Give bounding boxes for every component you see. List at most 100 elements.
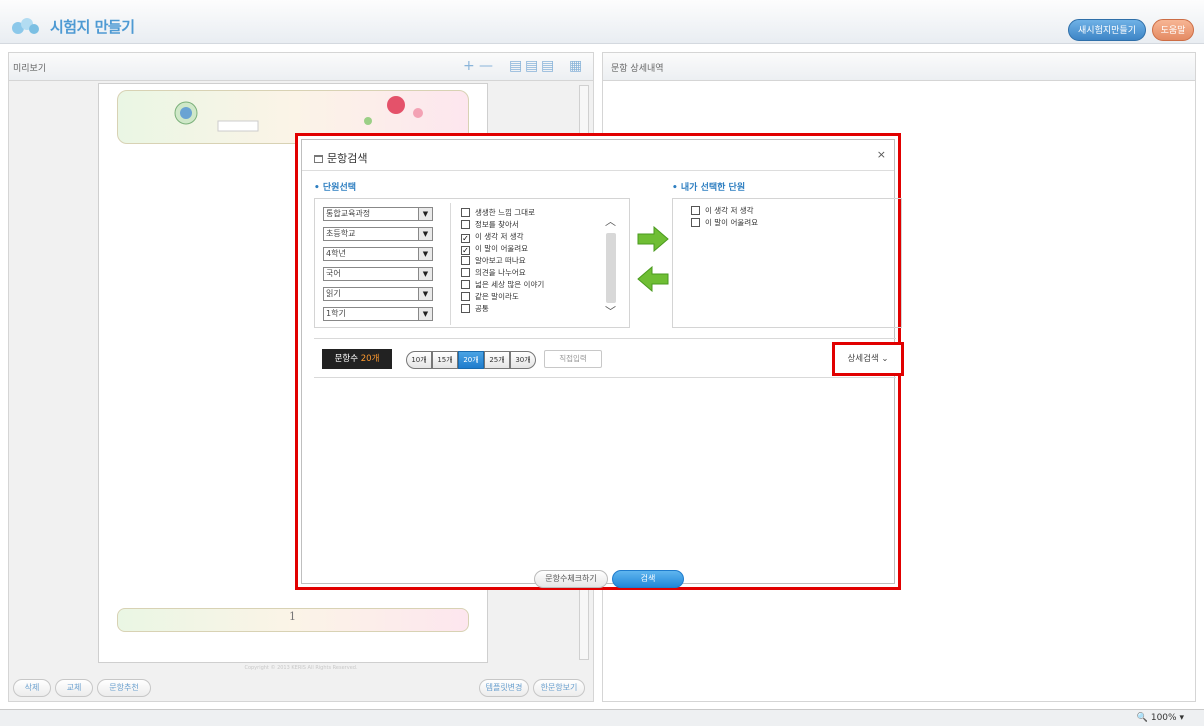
checkbox[interactable]: ✓ — [461, 246, 470, 255]
unit-section-label: • 단원선택 — [314, 183, 357, 193]
chevron-down-icon: ▼ — [418, 248, 432, 260]
help-button[interactable]: 도움말 — [1152, 19, 1194, 41]
checkbox[interactable] — [461, 256, 470, 265]
zoom-out-icon[interactable]: — — [479, 59, 493, 73]
chevron-down-icon: ▾ — [1179, 713, 1184, 723]
new-test-button[interactable]: 새시험지만들기 — [1068, 19, 1146, 41]
divider — [302, 170, 894, 171]
chevron-down-icon: ▼ — [418, 308, 432, 320]
app-window: 시험지 만들기 새시험지만들기 도움말 미리보기 + — ▤ ▤ ▤ ▦ 1 C… — [0, 0, 1204, 726]
item-count-value: 20개 — [360, 354, 380, 364]
select-value: 국어 — [326, 269, 341, 278]
unit-item[interactable]: 의견을 나누어요 — [461, 267, 526, 278]
unit-label: 공통 — [475, 304, 489, 313]
checkbox[interactable] — [461, 268, 470, 277]
unit-list: 생생한 느낌 그대로 정보를 찾아서 ✓ 이 생각 저 생각 ✓ 이 말이 어울려요… — [450, 203, 620, 325]
layout-grid-icon[interactable]: ▦ — [569, 59, 582, 73]
status-bar: 🔍 100% ▾ — [0, 709, 1204, 726]
unit-label: 알아보고 떠나요 — [475, 256, 526, 265]
recommend-button[interactable]: 문항추천 — [97, 679, 151, 697]
direct-input-button[interactable]: 직접입력 — [544, 350, 602, 368]
checkbox[interactable] — [461, 304, 470, 313]
selected-section-label: • 내가 선택한 단원 — [672, 183, 746, 193]
checkbox[interactable] — [461, 292, 470, 301]
select-value: 읽기 — [326, 289, 341, 298]
unit-item[interactable]: 같은 말이라도 — [461, 291, 519, 302]
window-icon — [314, 155, 323, 163]
unit-label: 의견을 나누어요 — [475, 268, 526, 277]
search-button[interactable]: 검색 — [612, 570, 684, 588]
layout-one-icon[interactable]: ▤ — [509, 59, 522, 73]
unit-item[interactable]: ✓ 이 생각 저 생각 — [461, 231, 524, 243]
selected-unit-item[interactable]: 이 생각 저 생각 — [691, 205, 754, 216]
layout-three-icon[interactable]: ▤ — [541, 59, 554, 73]
delete-button[interactable]: 삭제 — [13, 679, 51, 697]
selected-unit-item[interactable]: 이 말이 어울려요 — [691, 217, 758, 228]
preview-title: 미리보기 — [13, 64, 47, 74]
dialog-title: 문항검색 — [314, 150, 367, 166]
detail-header: 문항 상세내역 — [603, 53, 1195, 81]
unit-item[interactable]: 공통 — [461, 303, 489, 314]
school-level-select[interactable]: 초등학교 ▼ — [323, 227, 433, 241]
curriculum-select[interactable]: 통합교육과정 ▼ — [323, 207, 433, 221]
chevron-down-icon: ▼ — [418, 268, 432, 280]
count-option-30[interactable]: 30개 — [510, 351, 536, 369]
dialog-title-text: 문항검색 — [327, 152, 368, 165]
zoom-in-icon[interactable]: + — [463, 59, 475, 73]
zoom-icon: 🔍 — [1136, 713, 1148, 723]
semester-select[interactable]: 1학기 ▼ — [323, 307, 433, 321]
unit-item[interactable]: 생생한 느낌 그대로 — [461, 207, 535, 218]
replace-button[interactable]: 교체 — [55, 679, 93, 697]
item-count-label: 문항수 20개 — [322, 349, 392, 369]
checkbox[interactable] — [691, 206, 700, 215]
area-select[interactable]: 읽기 ▼ — [323, 287, 433, 301]
count-option-20[interactable]: 20개 — [458, 351, 484, 369]
unit-label: 이 말이 어울려요 — [475, 244, 529, 253]
template-change-button[interactable]: 템플릿변경 — [479, 679, 529, 697]
count-option-15[interactable]: 15개 — [432, 351, 458, 369]
checkbox[interactable] — [691, 218, 700, 227]
dialog-body: 문항검색 × • 단원선택 • 내가 선택한 단원 통합교육과정 ▼ 초등학교 ▼ … — [301, 139, 904, 588]
zoom-level[interactable]: 🔍 100% ▾ — [1137, 713, 1184, 723]
unit-item[interactable]: 정보를 찾아서 — [461, 219, 519, 230]
copyright-text: Copyright © 2013 KERIS All Rights Reserv… — [244, 665, 358, 671]
preview-footer: 삭제 교체 문항추천 템플릿변경 한문항보기 — [9, 675, 593, 701]
check-count-button[interactable]: 문항수체크하기 — [534, 570, 608, 588]
page-number: 1 — [289, 610, 296, 623]
remove-arrow-icon[interactable] — [636, 266, 670, 292]
grade-select[interactable]: 4학년 ▼ — [323, 247, 433, 261]
select-value: 초등학교 — [326, 229, 356, 238]
app-header: 시험지 만들기 새시험지만들기 도움말 — [0, 0, 1204, 44]
single-item-view-button[interactable]: 한문항보기 — [533, 679, 585, 697]
chevron-down-icon: ▼ — [418, 208, 432, 220]
chevron-down-icon[interactable]: ﹀ — [605, 303, 616, 319]
checkbox[interactable] — [461, 280, 470, 289]
layout-two-icon[interactable]: ▤ — [525, 59, 538, 73]
checkbox[interactable] — [461, 220, 470, 229]
chevron-down-icon: ▼ — [418, 228, 432, 240]
logo-icon — [12, 18, 39, 34]
select-value: 통합교육과정 — [326, 209, 371, 218]
item-count-text: 문항수 — [334, 354, 359, 364]
checkbox[interactable]: ✓ — [461, 234, 470, 243]
selected-unit-label: 이 말이 어울려요 — [705, 218, 759, 227]
list-scrollbar[interactable] — [606, 233, 616, 303]
unit-item[interactable]: ✓ 이 말이 어울려요 — [461, 243, 529, 255]
checkbox[interactable] — [461, 208, 470, 217]
unit-item[interactable]: 넓은 세상 많은 이야기 — [461, 279, 544, 290]
unit-label: 넓은 세상 많은 이야기 — [475, 280, 545, 289]
zoom-value: 100% — [1150, 713, 1177, 723]
selected-unit-label: 이 생각 저 생각 — [705, 206, 754, 215]
unit-label: 생생한 느낌 그대로 — [475, 208, 535, 217]
chevron-up-icon[interactable]: ︿ — [605, 213, 616, 229]
add-arrow-icon[interactable] — [636, 226, 670, 252]
count-option-10[interactable]: 10개 — [406, 351, 432, 369]
close-icon[interactable]: × — [877, 148, 886, 161]
count-option-25[interactable]: 25개 — [484, 351, 510, 369]
unit-item[interactable]: 알아보고 떠나요 — [461, 255, 526, 266]
unit-selection-box: 통합교육과정 ▼ 초등학교 ▼ 4학년 ▼ 국어 ▼ 읽기 ▼ 1학기 ▼ 생생한 느낌 그… — [314, 198, 630, 328]
detail-search-button[interactable]: 상세검색 ⌄ — [832, 342, 904, 376]
selected-unit-box: 이 생각 저 생각 이 말이 어울려요 — [672, 198, 902, 328]
subject-select[interactable]: 국어 ▼ — [323, 267, 433, 281]
detail-title: 문항 상세내역 — [611, 64, 664, 74]
